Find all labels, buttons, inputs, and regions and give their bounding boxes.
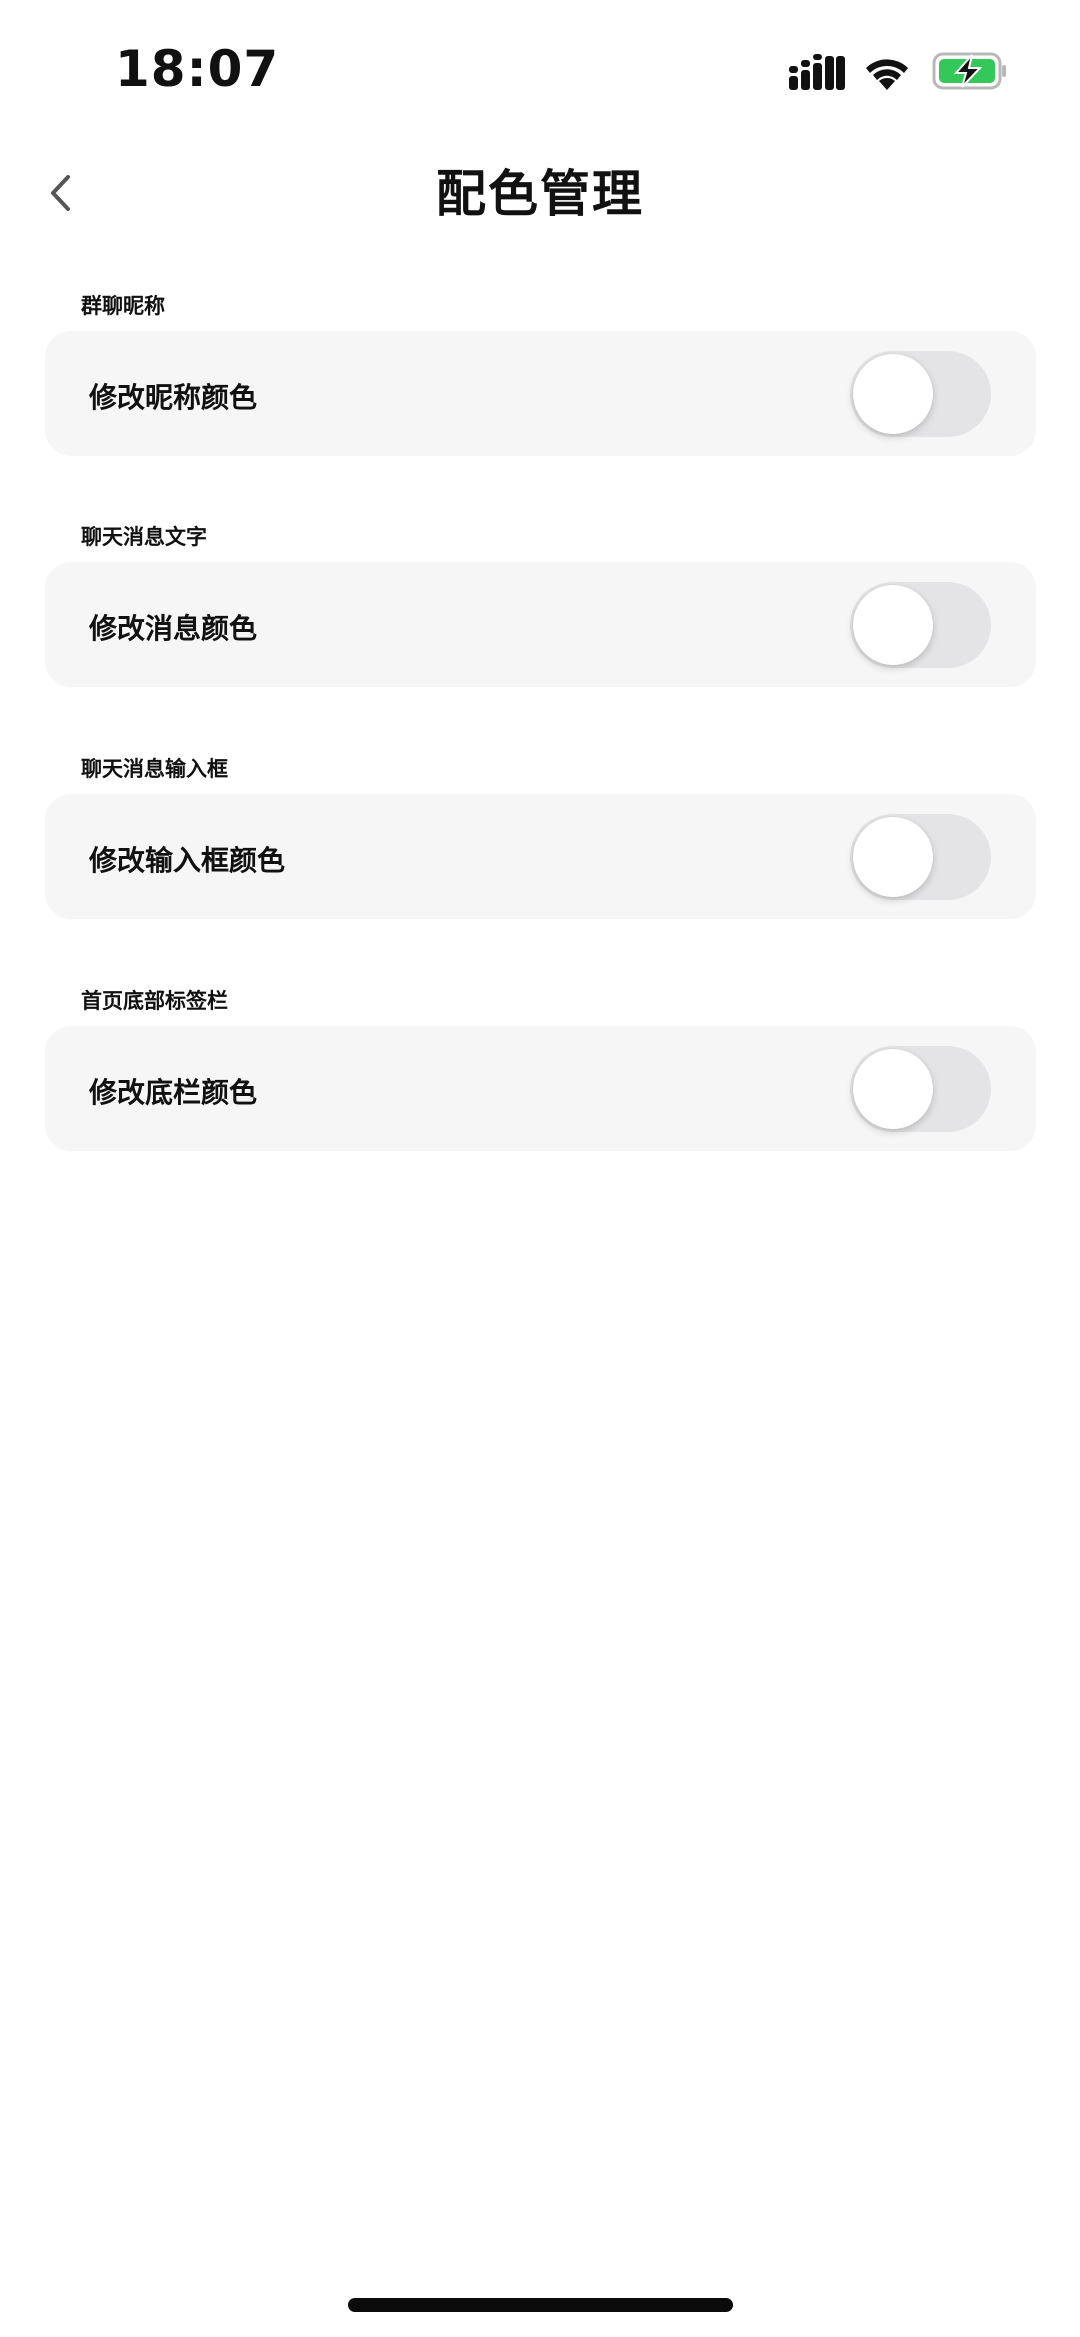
message-color-toggle[interactable] (850, 582, 991, 668)
section-header-home-tab-bar: 首页底部标签栏 (81, 989, 228, 1013)
settings-card-input-box-color: 修改输入框颜色 (45, 794, 1036, 919)
section-header-chat-message-text: 聊天消息文字 (81, 525, 207, 549)
section-header-chat-input-box: 聊天消息输入框 (81, 757, 228, 781)
navigation-bar: 配色管理 (0, 140, 1080, 250)
settings-card-tab-bar-color: 修改底栏颜色 (45, 1026, 1036, 1151)
setting-label: 修改消息颜色 (89, 612, 258, 645)
cellular-signal-icon (789, 54, 845, 90)
toggle-knob (853, 1049, 933, 1129)
settings-card-message-color: 修改消息颜色 (45, 562, 1036, 687)
setting-label: 修改昵称颜色 (89, 381, 258, 414)
setting-label: 修改底栏颜色 (89, 1076, 258, 1109)
status-time: 18:07 (115, 40, 280, 98)
battery-charging-icon (932, 52, 1006, 90)
status-bar: 18:07 (0, 0, 1080, 140)
screen: 18:07 配色管理 群聊昵称 修改昵称颜色 聊天消息文字 修改消息颜色 聊天消… (0, 0, 1080, 2337)
wifi-icon (866, 59, 908, 90)
tab-bar-color-toggle[interactable] (850, 1046, 991, 1132)
settings-card-nickname-color: 修改昵称颜色 (45, 331, 1036, 456)
setting-label: 修改输入框颜色 (89, 844, 286, 877)
nickname-color-toggle[interactable] (850, 351, 991, 437)
toggle-knob (853, 354, 933, 434)
toggle-knob (853, 585, 933, 665)
page-title: 配色管理 (436, 165, 644, 223)
toggle-knob (853, 817, 933, 897)
section-header-group-nickname: 群聊昵称 (81, 294, 165, 318)
home-indicator[interactable] (348, 2298, 733, 2312)
input-box-color-toggle[interactable] (850, 814, 991, 900)
